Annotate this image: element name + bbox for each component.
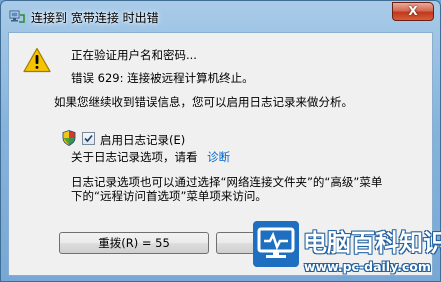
watermark-url: www.pc-daily.com: [304, 259, 431, 274]
dialog-window: 连接到 宽带连接 时出错 X 正在验证用户名和密码... 错误 629: 连接被…: [0, 0, 441, 282]
warning-icon: [23, 47, 51, 73]
title-bar[interactable]: 连接到 宽带连接 时出错 X: [1, 1, 440, 33]
advice-text: 如果您继续收到错误信息，您可以启用日志记录来做分析。: [54, 95, 353, 109]
error-text: 错误 629: 连接被远程计算机终止。: [71, 71, 254, 85]
logging-options-line: 关于日志记录选项，请看 诊断: [71, 149, 230, 165]
about-logging-text: 关于日志记录选项，请看: [71, 150, 198, 164]
note-line-2: 下的“远程访问首选项”菜单项来访问。: [71, 189, 267, 203]
enable-logging-checkbox[interactable]: [82, 132, 95, 145]
redial-button[interactable]: 重拨(R) = 55: [59, 232, 209, 254]
diagnose-link[interactable]: 诊断: [207, 150, 230, 164]
uac-shield-icon: [62, 130, 76, 146]
watermark-logo-icon: [253, 221, 299, 267]
checkmark-icon: [84, 134, 93, 143]
network-connection-icon: [9, 9, 25, 25]
window-title: 连接到 宽带连接 时出错: [31, 11, 159, 25]
site-watermark: 电脑百科知识 www.pc-daily.com: [253, 221, 441, 282]
watermark-title: 电脑百科知识: [303, 229, 441, 257]
close-button[interactable]: X: [392, 2, 434, 21]
enable-logging-label[interactable]: 启用日志记录(E): [100, 132, 185, 148]
verifying-text: 正在验证用户名和密码...: [71, 48, 197, 62]
